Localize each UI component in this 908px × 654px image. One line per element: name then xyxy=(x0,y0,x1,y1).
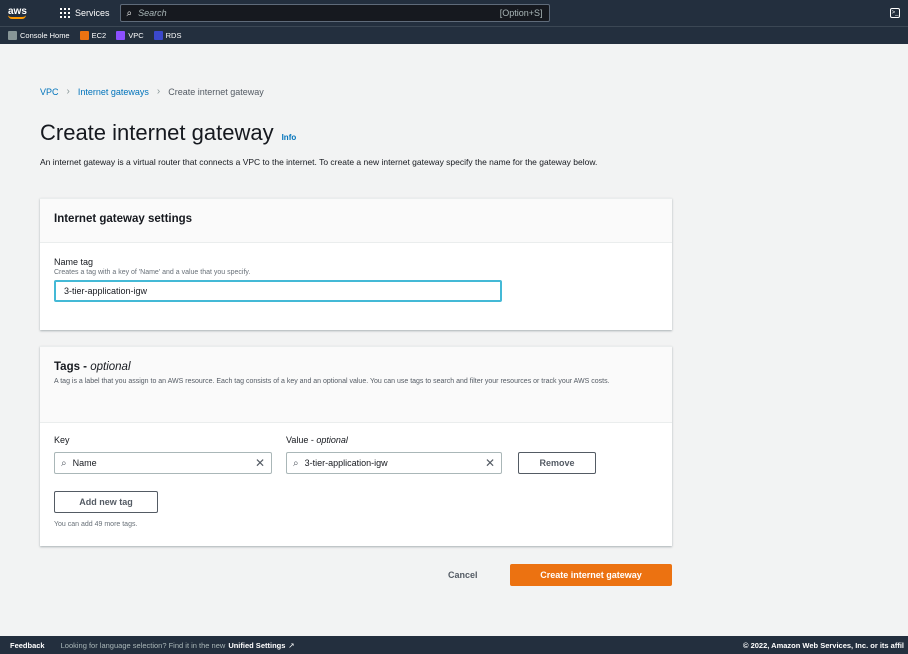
search-shortcut: [Option+S] xyxy=(499,8,543,18)
value-label: Value - optional xyxy=(286,435,348,445)
favorite-console-home[interactable]: Console Home xyxy=(8,31,70,40)
name-tag-input[interactable]: 3-tier-application-igw xyxy=(54,280,502,302)
tags-description: A tag is a label that you assign to an A… xyxy=(54,378,610,385)
name-tag-description: Creates a tag with a key of 'Name' and a… xyxy=(54,269,251,276)
tags-body: Key Value - optional ⌕ Name ✕ ⌕ 3-tier-a… xyxy=(40,423,672,547)
breadcrumb-internet-gateways[interactable]: Internet gateways xyxy=(78,87,149,97)
breadcrumb: VPC › Internet gateways › Create interne… xyxy=(40,86,264,97)
chevron-right-icon: › xyxy=(66,86,70,97)
vpc-icon xyxy=(116,31,126,40)
search-icon: ⌕ xyxy=(293,457,299,469)
page-title: Create internet gateway Info xyxy=(40,120,296,146)
cloudshell-icon[interactable]: >_ xyxy=(890,8,900,18)
settings-header: Internet gateway settings xyxy=(40,199,672,243)
feedback-link[interactable]: Feedback xyxy=(10,641,45,650)
tag-key-value: Name xyxy=(72,458,97,468)
tags-title-optional: optional xyxy=(90,361,131,373)
name-tag-value: 3-tier-application-igw xyxy=(64,286,148,296)
cancel-button[interactable]: Cancel xyxy=(448,570,478,580)
favorite-label: Console Home xyxy=(20,31,70,40)
info-link[interactable]: Info xyxy=(282,133,297,142)
footer: Feedback Looking for language selection?… xyxy=(0,636,908,654)
clear-icon[interactable]: ✕ xyxy=(485,456,495,470)
settings-body: Name tag Creates a tag with a key of 'Na… xyxy=(40,243,672,302)
tags-title: Tags - optional xyxy=(54,361,658,373)
breadcrumb-vpc[interactable]: VPC xyxy=(40,87,59,97)
settings-panel: Internet gateway settings Name tag Creat… xyxy=(40,198,672,330)
ec2-icon xyxy=(79,31,89,40)
page-title-text: Create internet gateway xyxy=(40,120,274,145)
footer-message: Looking for language selection? Find it … xyxy=(60,640,226,650)
console-home-icon xyxy=(8,31,17,40)
tag-value-value: 3-tier-application-igw xyxy=(304,458,388,468)
favorite-label: RDS xyxy=(165,31,182,40)
copyright: © 2022, Amazon Web Services, Inc. or its… xyxy=(742,640,904,650)
grid-icon xyxy=(60,8,70,18)
tag-limit-text: You can add 49 more tags. xyxy=(54,521,138,528)
tag-key-input[interactable]: ⌕ Name ✕ xyxy=(54,452,272,474)
search-icon: ⌕ xyxy=(61,457,67,469)
name-tag-label: Name tag xyxy=(54,257,94,267)
search-icon: ⌕ xyxy=(126,7,133,19)
breadcrumb-current: Create internet gateway xyxy=(168,86,264,97)
unified-settings-link[interactable]: Unified Settings xyxy=(228,641,285,650)
key-label: Key xyxy=(54,435,70,445)
tags-title-text: Tags - xyxy=(54,361,91,373)
aws-logo-text: aws xyxy=(8,6,27,17)
services-menu-button[interactable]: Services xyxy=(60,8,110,18)
add-new-tag-button[interactable]: Add new tag xyxy=(54,491,158,513)
clear-icon[interactable]: ✕ xyxy=(255,456,265,470)
favorite-ec2[interactable]: EC2 xyxy=(79,31,107,40)
remove-tag-button[interactable]: Remove xyxy=(518,452,596,474)
external-link-icon: ↗ xyxy=(288,640,295,650)
search-placeholder: Search xyxy=(138,8,167,18)
top-nav-main: aws Services ⌕ Search [Option+S] >_ xyxy=(0,0,908,26)
favorites-bar: Console Home EC2 VPC RDS xyxy=(0,26,908,44)
favorite-vpc[interactable]: VPC xyxy=(116,31,144,40)
search-input[interactable]: ⌕ Search [Option+S] xyxy=(119,4,550,22)
create-internet-gateway-button[interactable]: Create internet gateway xyxy=(510,564,672,586)
value-label-optional: optional xyxy=(316,435,348,445)
favorite-rds[interactable]: RDS xyxy=(153,31,182,40)
favorite-label: EC2 xyxy=(91,31,107,40)
page-description: An internet gateway is a virtual router … xyxy=(40,157,598,167)
aws-logo[interactable]: aws xyxy=(8,7,38,19)
top-nav: aws Services ⌕ Search [Option+S] >_ Cons… xyxy=(0,0,908,44)
rds-icon xyxy=(153,31,163,40)
services-label: Services xyxy=(75,8,110,18)
favorite-label: VPC xyxy=(128,31,144,40)
tags-panel: Tags - optional A tag is a label that yo… xyxy=(40,346,672,546)
chevron-right-icon: › xyxy=(156,86,161,97)
tag-value-input[interactable]: ⌕ 3-tier-application-igw ✕ xyxy=(286,452,502,474)
settings-title: Internet gateway settings xyxy=(54,213,193,225)
tags-header: Tags - optional A tag is a label that yo… xyxy=(40,347,672,423)
value-label-text: Value - xyxy=(286,435,317,445)
